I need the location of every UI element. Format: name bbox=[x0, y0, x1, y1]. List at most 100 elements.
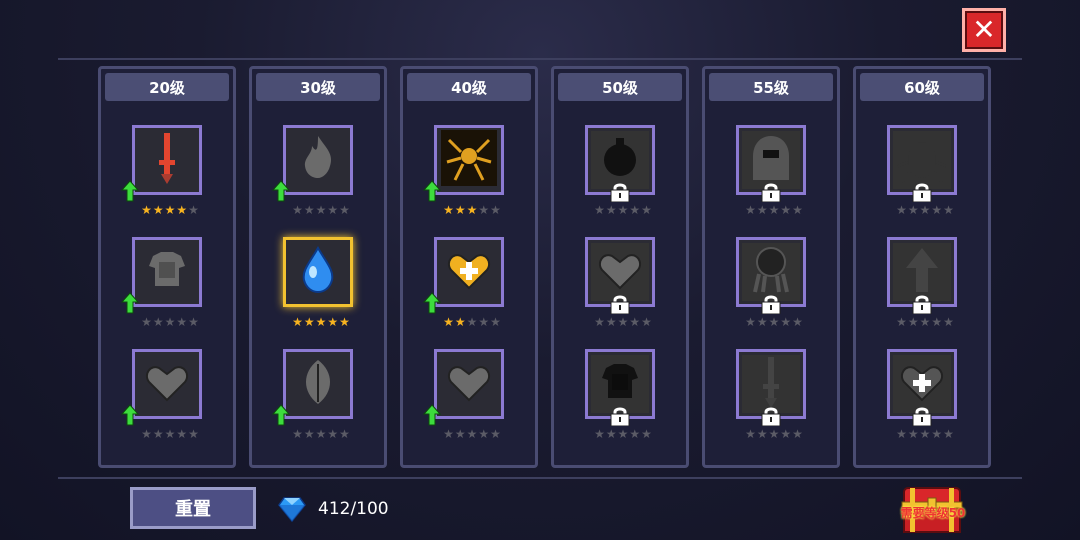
lock-icon bbox=[608, 406, 632, 427]
star-icon: ★ bbox=[641, 315, 652, 329]
star-icon: ★ bbox=[443, 427, 454, 441]
lock-icon bbox=[910, 182, 934, 203]
star-rating: ★ ★ ★ ★ ★ bbox=[135, 316, 205, 328]
star-icon: ★ bbox=[339, 427, 350, 441]
star-icon: ★ bbox=[327, 315, 339, 329]
talent-slot[interactable]: ★ ★ ★ ★ ★ bbox=[736, 349, 806, 440]
star-icon: ★ bbox=[292, 203, 303, 217]
star-icon: ★ bbox=[490, 315, 501, 329]
talent-slot[interactable]: ★ ★ ★ ★ ★ bbox=[422, 237, 504, 328]
star-icon: ★ bbox=[617, 315, 629, 329]
star-icon: ★ bbox=[943, 203, 954, 217]
talent-slot[interactable]: ★ ★ ★ ★ ★ bbox=[585, 125, 655, 216]
star-icon: ★ bbox=[152, 203, 164, 217]
talent-slot[interactable]: ★ ★ ★ ★ ★ bbox=[271, 125, 353, 216]
sword-icon bbox=[139, 130, 195, 190]
star-icon: ★ bbox=[629, 427, 641, 441]
tier-level-label: 60级 bbox=[860, 73, 984, 101]
star-rating: ★ ★ ★ ★ ★ bbox=[588, 204, 658, 216]
upgrade-arrow-icon bbox=[422, 180, 442, 202]
flame-icon bbox=[290, 130, 346, 190]
star-icon: ★ bbox=[443, 315, 454, 329]
talent-slot[interactable]: ★ ★ ★ ★ ★ bbox=[585, 349, 655, 440]
talent-slot[interactable]: ★ ★ ★ ★ ★ bbox=[887, 237, 957, 328]
star-icon: ★ bbox=[141, 203, 152, 217]
star-icon: ★ bbox=[792, 315, 803, 329]
star-icon: ★ bbox=[605, 203, 617, 217]
talent-slot[interactable]: ★ ★ ★ ★ ★ bbox=[736, 237, 806, 328]
talent-slot[interactable]: ★ ★ ★ ★ ★ bbox=[887, 349, 957, 440]
talent-slot[interactable]: ★ ★ ★ ★ ★ bbox=[585, 237, 655, 328]
star-icon: ★ bbox=[907, 203, 919, 217]
star-icon: ★ bbox=[490, 427, 501, 441]
star-icon: ★ bbox=[756, 427, 768, 441]
star-icon: ★ bbox=[919, 315, 931, 329]
star-icon: ★ bbox=[629, 315, 641, 329]
star-icon: ★ bbox=[292, 315, 303, 329]
star-icon: ★ bbox=[745, 427, 756, 441]
close-button[interactable]: ✕ bbox=[962, 8, 1006, 52]
star-icon: ★ bbox=[768, 427, 780, 441]
star-icon: ★ bbox=[466, 315, 478, 329]
star-icon: ★ bbox=[292, 427, 303, 441]
talent-slot[interactable]: ★ ★ ★ ★ ★ bbox=[422, 125, 504, 216]
star-icon: ★ bbox=[315, 427, 327, 441]
leaf-icon bbox=[290, 354, 346, 414]
star-icon: ★ bbox=[327, 427, 339, 441]
star-icon: ★ bbox=[188, 203, 199, 217]
star-icon: ★ bbox=[768, 315, 780, 329]
talent-slot[interactable]: ★ ★ ★ ★ ★ bbox=[271, 349, 353, 440]
tier-level-label: 40级 bbox=[407, 73, 531, 101]
tier-level-label: 55级 bbox=[709, 73, 833, 101]
bottom-divider bbox=[58, 477, 1022, 479]
star-icon: ★ bbox=[315, 203, 327, 217]
talent-slot[interactable]: ★ ★ ★ ★ ★ bbox=[120, 237, 202, 328]
star-icon: ★ bbox=[931, 427, 943, 441]
chest-requirement-label: 需要等级50 bbox=[900, 506, 966, 520]
star-icon: ★ bbox=[176, 427, 188, 441]
octopus-icon bbox=[743, 242, 799, 302]
star-icon: ★ bbox=[896, 315, 907, 329]
talent-slot[interactable]: ★ ★ ★ ★ ★ bbox=[120, 125, 202, 216]
star-icon: ★ bbox=[478, 315, 490, 329]
star-icon: ★ bbox=[617, 427, 629, 441]
lock-icon bbox=[910, 406, 934, 427]
talent-slot[interactable]: ★ ★ ★ ★ ★ bbox=[283, 237, 353, 328]
lock-icon bbox=[759, 294, 783, 315]
star-icon: ★ bbox=[141, 315, 152, 329]
top-divider bbox=[58, 58, 1022, 60]
star-rating: ★ ★ ★ ★ ★ bbox=[135, 204, 205, 216]
star-icon: ★ bbox=[907, 315, 919, 329]
star-icon: ★ bbox=[919, 203, 931, 217]
upgrade-arrow-icon bbox=[422, 292, 442, 314]
star-icon: ★ bbox=[931, 203, 943, 217]
star-rating: ★ ★ ★ ★ ★ bbox=[286, 204, 356, 216]
lock-icon bbox=[910, 294, 934, 315]
talent-slot[interactable]: ★ ★ ★ ★ ★ bbox=[736, 125, 806, 216]
tier-column: 50级 ★ ★ ★ ★ ★ ★ ★ ★ ★ ★ ★ ★ ★ ★ ★ bbox=[551, 66, 689, 468]
reset-button[interactable]: 重置 bbox=[130, 487, 256, 529]
talent-slot[interactable]: ★ ★ ★ ★ ★ bbox=[422, 349, 504, 440]
star-icon: ★ bbox=[443, 203, 454, 217]
star-icon: ★ bbox=[629, 203, 641, 217]
bomb-icon bbox=[592, 130, 648, 190]
talent-slot[interactable]: ★ ★ ★ ★ ★ bbox=[887, 125, 957, 216]
heart-plus-icon bbox=[441, 242, 497, 302]
lock-icon bbox=[759, 406, 783, 427]
star-icon: ★ bbox=[756, 203, 768, 217]
water-drop-icon bbox=[290, 242, 346, 302]
star-icon: ★ bbox=[454, 427, 466, 441]
tier-column: 40级 ★ ★ ★ ★ ★ ★ ★ ★ ★ ★ ★ ★ ★ ★ ★ bbox=[400, 66, 538, 468]
star-icon: ★ bbox=[780, 427, 792, 441]
star-icon: ★ bbox=[339, 203, 350, 217]
spider-icon bbox=[441, 130, 497, 190]
talent-slot[interactable]: ★ ★ ★ ★ ★ bbox=[120, 349, 202, 440]
star-icon: ★ bbox=[943, 427, 954, 441]
star-icon: ★ bbox=[454, 315, 466, 329]
star-rating: ★ ★ ★ ★ ★ bbox=[739, 204, 809, 216]
star-icon: ★ bbox=[454, 203, 466, 217]
star-icon: ★ bbox=[594, 203, 605, 217]
heart-icon bbox=[592, 242, 648, 302]
star-icon: ★ bbox=[327, 203, 339, 217]
star-icon: ★ bbox=[315, 315, 327, 329]
